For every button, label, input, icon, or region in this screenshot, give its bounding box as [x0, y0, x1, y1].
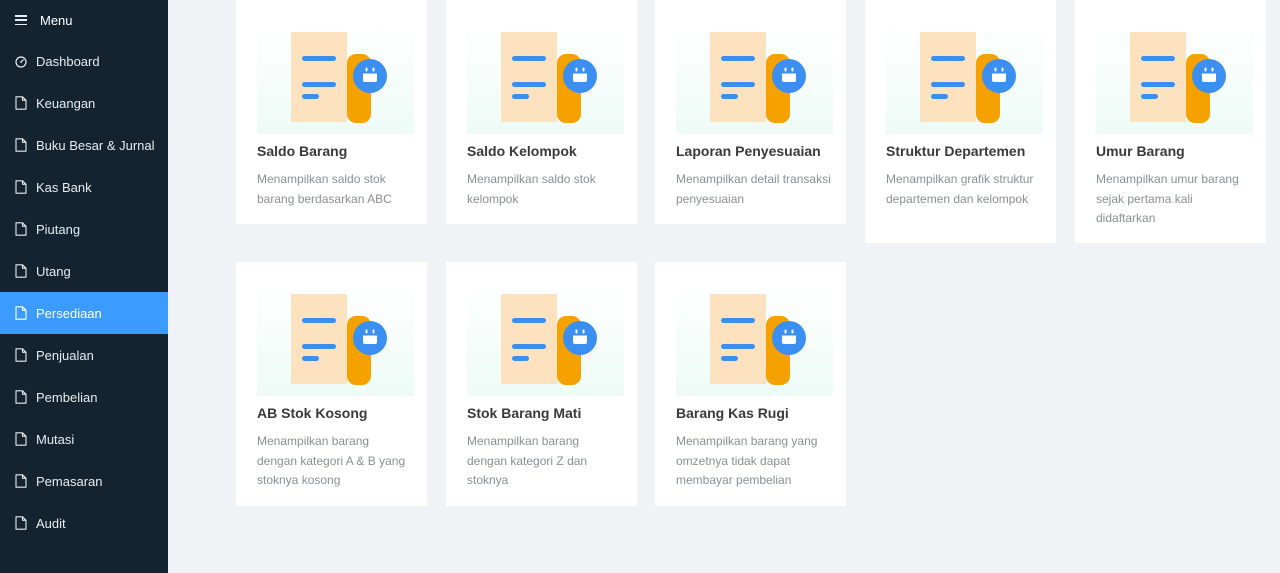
report-card-description: Menampilkan grafik struktur departemen d… — [886, 172, 1034, 206]
report-card-title: Saldo Barang — [257, 143, 348, 159]
file-icon — [15, 222, 27, 236]
file-icon — [15, 474, 27, 488]
report-card-laporan-penyesuaian[interactable]: Laporan Penyesuaian Menampilkan detail t… — [655, 0, 846, 224]
report-document-icon — [467, 20, 624, 134]
report-card-struktur-departemen[interactable]: Struktur Departemen Menampilkan grafik s… — [865, 0, 1056, 243]
sidebar-item-label: Piutang — [36, 221, 81, 237]
report-grid: Saldo Barang Menampilkan saldo stok bara… — [168, 0, 1280, 573]
sidebar-item-mutasi[interactable]: Mutasi — [0, 418, 168, 460]
sidebar-item-piutang[interactable]: Piutang — [0, 208, 168, 250]
sidebar-item-label: Mutasi — [36, 431, 75, 447]
file-icon — [15, 180, 27, 194]
report-card-title: Stok Barang Mati — [467, 405, 582, 421]
report-card-description: Menampilkan saldo stok barang berdasarka… — [257, 172, 392, 206]
report-card-saldo-kelompok[interactable]: Saldo Kelompok Menampilkan saldo stok ke… — [446, 0, 637, 224]
sidebar-item-utang[interactable]: Utang — [0, 250, 168, 292]
report-card-description: Menampilkan umur barang sejak pertama ka… — [1096, 172, 1239, 225]
report-card-ab-stok-kosong[interactable]: AB Stok Kosong Menampilkan barang dengan… — [236, 262, 427, 506]
report-card-title: Laporan Penyesuaian — [676, 143, 821, 159]
sidebar-item-label: Dashboard — [36, 53, 100, 69]
report-card-title: Barang Kas Rugi — [676, 405, 789, 421]
sidebar-item-dashboard[interactable]: Dashboard — [0, 40, 168, 82]
report-document-icon — [886, 20, 1043, 134]
sidebar: Menu Dashboard Keuangan Buku Besar & Jur… — [0, 0, 168, 573]
sidebar-item-pembelian[interactable]: Pembelian — [0, 376, 168, 418]
menu-toggle[interactable]: Menu — [0, 0, 168, 40]
file-icon — [15, 306, 27, 320]
file-icon — [15, 96, 27, 110]
report-document-icon — [257, 282, 414, 396]
sidebar-item-label: Audit — [36, 515, 66, 531]
report-card-umur-barang[interactable]: Umur Barang Menampilkan umur barang seja… — [1075, 0, 1266, 243]
report-document-icon — [257, 20, 414, 134]
report-card-description: Menampilkan barang yang omzetnya tidak d… — [676, 434, 818, 487]
report-card-description: Menampilkan barang dengan kategori A & B… — [257, 434, 406, 487]
report-document-icon — [467, 282, 624, 396]
sidebar-item-audit[interactable]: Audit — [0, 502, 168, 544]
sidebar-item-label: Kas Bank — [36, 179, 92, 195]
file-icon — [15, 264, 27, 278]
file-icon — [15, 138, 27, 152]
report-document-icon — [676, 20, 833, 134]
dashboard-icon — [15, 54, 27, 68]
report-card-description: Menampilkan barang dengan kategori Z dan… — [467, 434, 588, 487]
report-card-stok-barang-mati[interactable]: Stok Barang Mati Menampilkan barang deng… — [446, 262, 637, 506]
sidebar-item-label: Buku Besar & Jurnal — [36, 137, 155, 153]
file-icon — [15, 432, 27, 446]
sidebar-item-penjualan[interactable]: Penjualan — [0, 334, 168, 376]
report-card-saldo-barang[interactable]: Saldo Barang Menampilkan saldo stok bara… — [236, 0, 427, 224]
sidebar-item-label: Utang — [36, 263, 71, 279]
report-card-title: AB Stok Kosong — [257, 405, 368, 421]
file-icon — [15, 516, 27, 530]
menu-label: Menu — [40, 12, 73, 28]
report-document-icon — [1096, 20, 1253, 134]
file-icon — [15, 390, 27, 404]
sidebar-item-kas-bank[interactable]: Kas Bank — [0, 166, 168, 208]
report-card-title: Umur Barang — [1096, 143, 1185, 159]
sidebar-item-label: Keuangan — [36, 95, 96, 111]
report-card-description: Menampilkan saldo stok kelompok — [467, 172, 596, 206]
sidebar-item-persediaan[interactable]: Persediaan — [0, 292, 168, 334]
report-document-icon — [676, 282, 833, 396]
report-card-title: Saldo Kelompok — [467, 143, 577, 159]
file-icon — [15, 348, 27, 362]
report-card-description: Menampilkan detail transaksi penyesuaian — [676, 172, 831, 206]
sidebar-item-label: Persediaan — [36, 305, 102, 321]
sidebar-item-label: Penjualan — [36, 347, 94, 363]
report-card-barang-kas-rugi[interactable]: Barang Kas Rugi Menampilkan barang yang … — [655, 262, 846, 506]
hamburger-icon — [15, 15, 27, 25]
sidebar-item-buku-besar-jurnal[interactable]: Buku Besar & Jurnal — [0, 124, 168, 166]
sidebar-item-keuangan[interactable]: Keuangan — [0, 82, 168, 124]
sidebar-item-label: Pemasaran — [36, 473, 103, 489]
sidebar-item-label: Pembelian — [36, 389, 98, 405]
report-card-title: Struktur Departemen — [886, 143, 1026, 159]
sidebar-item-pemasaran[interactable]: Pemasaran — [0, 460, 168, 502]
